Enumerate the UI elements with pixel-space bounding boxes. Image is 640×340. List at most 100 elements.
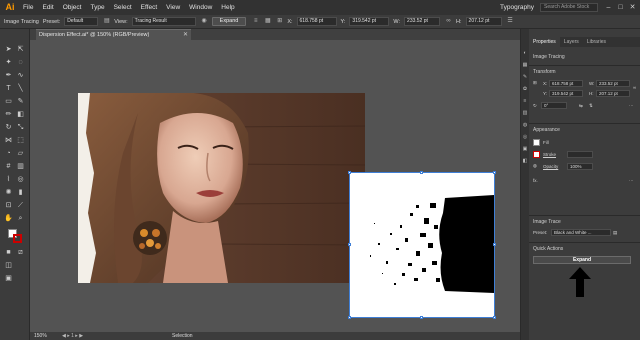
symbol-sprayer-icon[interactable]: ✺ xyxy=(3,187,14,198)
menu-type[interactable]: Type xyxy=(90,4,104,11)
menu-window[interactable]: Window xyxy=(189,4,212,11)
selection-handle[interactable] xyxy=(348,171,351,174)
more-options-icon[interactable]: ⋯ xyxy=(629,103,634,109)
flip-horizontal-icon[interactable]: ⇆ xyxy=(579,103,583,109)
workspace-switcher[interactable]: Typography xyxy=(500,4,534,11)
y-field[interactable]: 319.542 pt xyxy=(349,17,390,26)
stroke-icon[interactable]: ≡ xyxy=(521,97,529,105)
fill-swatch[interactable] xyxy=(533,139,540,146)
line-tool-icon[interactable]: ╲ xyxy=(15,83,26,94)
scale-icon[interactable]: ⤡ xyxy=(15,122,26,133)
fx-button[interactable]: fx. xyxy=(533,178,538,183)
w-field[interactable]: 233.52 pt xyxy=(404,17,441,26)
eraser-icon[interactable]: ◧ xyxy=(15,109,26,120)
reference-point-icon[interactable]: ⊞ xyxy=(533,80,537,86)
color-mode-icon[interactable]: ■ xyxy=(3,247,14,258)
appearance-icon[interactable]: ◎ xyxy=(521,133,529,141)
blend-icon[interactable]: ◎ xyxy=(15,174,26,185)
flip-vertical-icon[interactable]: ⇅ xyxy=(589,103,593,109)
artboard-icon[interactable]: ⊡ xyxy=(3,200,14,211)
selection-handle[interactable] xyxy=(420,171,423,174)
menu-file[interactable]: File xyxy=(23,4,33,11)
free-transform-icon[interactable]: ⬚ xyxy=(15,135,26,146)
zoom-icon[interactable]: ⌕ xyxy=(15,213,26,224)
swatches-icon[interactable]: ▦ xyxy=(521,61,529,69)
tab-libraries[interactable]: Libraries xyxy=(583,37,610,47)
symbols-icon[interactable]: ✿ xyxy=(521,85,529,93)
layers-panel-icon[interactable]: ◧ xyxy=(521,157,529,165)
tab-layers[interactable]: Layers xyxy=(560,37,583,47)
document-tab[interactable]: Dispersion Effect.ai* @ 150% (RGB/Previe… xyxy=(36,29,191,40)
tab-close-icon[interactable]: ✕ xyxy=(183,30,188,40)
x-field[interactable]: 618.758 pt xyxy=(296,17,337,26)
slice-icon[interactable]: ⟋ xyxy=(15,200,26,211)
quick-expand-button[interactable]: Expand xyxy=(533,256,631,264)
stroke-weight-field[interactable] xyxy=(567,151,593,158)
link-icon[interactable]: ∞ xyxy=(633,85,636,90)
more-options-icon[interactable]: ⋯ xyxy=(629,178,634,184)
tab-properties[interactable]: Properties xyxy=(529,37,560,47)
pencil-icon[interactable]: ✏ xyxy=(3,109,14,120)
zoom-level[interactable]: 150% xyxy=(34,333,54,339)
screen-mode-icon[interactable]: ▣ xyxy=(3,273,14,284)
menu-help[interactable]: Help xyxy=(221,4,234,11)
menu-object[interactable]: Object xyxy=(63,4,82,11)
maximize-icon[interactable]: □ xyxy=(616,3,625,12)
selection-handle[interactable] xyxy=(348,243,351,246)
view-select[interactable]: Tracing Result xyxy=(131,17,196,26)
expand-button[interactable]: Expand xyxy=(211,17,247,26)
stroke-swatch[interactable] xyxy=(533,151,540,158)
selection-handle[interactable] xyxy=(493,171,496,174)
gradient-icon[interactable]: ▥ xyxy=(15,161,26,172)
y-field[interactable]: 319.542 pt xyxy=(549,90,583,97)
direct-selection-icon[interactable]: ⇱ xyxy=(15,44,26,55)
rectangle-icon[interactable]: ▭ xyxy=(3,96,14,107)
eyedropper-icon[interactable]: ⌇ xyxy=(3,174,14,185)
menu-edit[interactable]: Edit xyxy=(42,4,53,11)
menu-select[interactable]: Select xyxy=(114,4,132,11)
preset-select[interactable]: Default xyxy=(64,17,99,26)
reference-point-icon[interactable]: ⊞ xyxy=(275,17,284,26)
rotate-icon[interactable]: ↻ xyxy=(3,122,14,133)
close-icon[interactable]: ✕ xyxy=(628,3,637,12)
h-field[interactable]: 207.12 pt xyxy=(465,17,502,26)
menu-icon[interactable]: ☰ xyxy=(506,17,515,26)
selection-handle[interactable] xyxy=(420,316,423,319)
menu-effect[interactable]: Effect xyxy=(141,4,158,11)
selection-handle[interactable] xyxy=(348,316,351,319)
traced-dispersion-artboard[interactable] xyxy=(348,171,496,319)
shape-builder-icon[interactable]: ◔ xyxy=(3,148,14,159)
transparency-icon[interactable]: ◍ xyxy=(521,121,529,129)
graphic-styles-icon[interactable]: ▣ xyxy=(521,145,529,153)
mesh-icon[interactable]: # xyxy=(3,161,14,172)
magic-wand-icon[interactable]: ✦ xyxy=(3,57,14,68)
trace-panel-icon[interactable]: ▤ xyxy=(102,17,111,26)
status-mode[interactable]: Selection xyxy=(172,333,193,339)
link-icon[interactable]: ∞ xyxy=(444,17,453,26)
eye-icon[interactable]: ◉ xyxy=(200,17,209,26)
menu-view[interactable]: View xyxy=(166,4,180,11)
minimize-icon[interactable]: – xyxy=(604,3,613,12)
align-icon[interactable]: ≡ xyxy=(251,17,260,26)
x-field[interactable]: 618.758 pt xyxy=(549,80,583,87)
gradient-panel-icon[interactable]: ▥ xyxy=(521,109,529,117)
w-field[interactable]: 233.52 pt xyxy=(596,80,630,87)
opacity-label[interactable]: Opacity xyxy=(543,164,558,169)
grid-icon[interactable]: ▦ xyxy=(263,17,272,26)
portrait-image[interactable] xyxy=(78,93,365,283)
pen-icon[interactable]: ✒ xyxy=(3,70,14,81)
trace-preset-select[interactable]: Black and White ... xyxy=(551,229,611,236)
type-tool-icon[interactable]: T xyxy=(3,83,14,94)
selection-handle[interactable] xyxy=(493,316,496,319)
stroke-label[interactable]: Stroke xyxy=(543,152,556,157)
color-icon[interactable]: ◐ xyxy=(521,49,529,57)
curvature-icon[interactable]: ∿ xyxy=(15,70,26,81)
h-field[interactable]: 207.12 pt xyxy=(596,90,630,97)
canvas[interactable] xyxy=(30,40,520,332)
paintbrush-icon[interactable]: ✎ xyxy=(15,96,26,107)
hand-icon[interactable]: ✋ xyxy=(3,213,14,224)
perspective-icon[interactable]: ▱ xyxy=(15,148,26,159)
selection-handle[interactable] xyxy=(493,243,496,246)
lasso-icon[interactable]: ◌ xyxy=(15,57,26,68)
stock-search-input[interactable]: Search Adobe Stock xyxy=(540,3,598,12)
